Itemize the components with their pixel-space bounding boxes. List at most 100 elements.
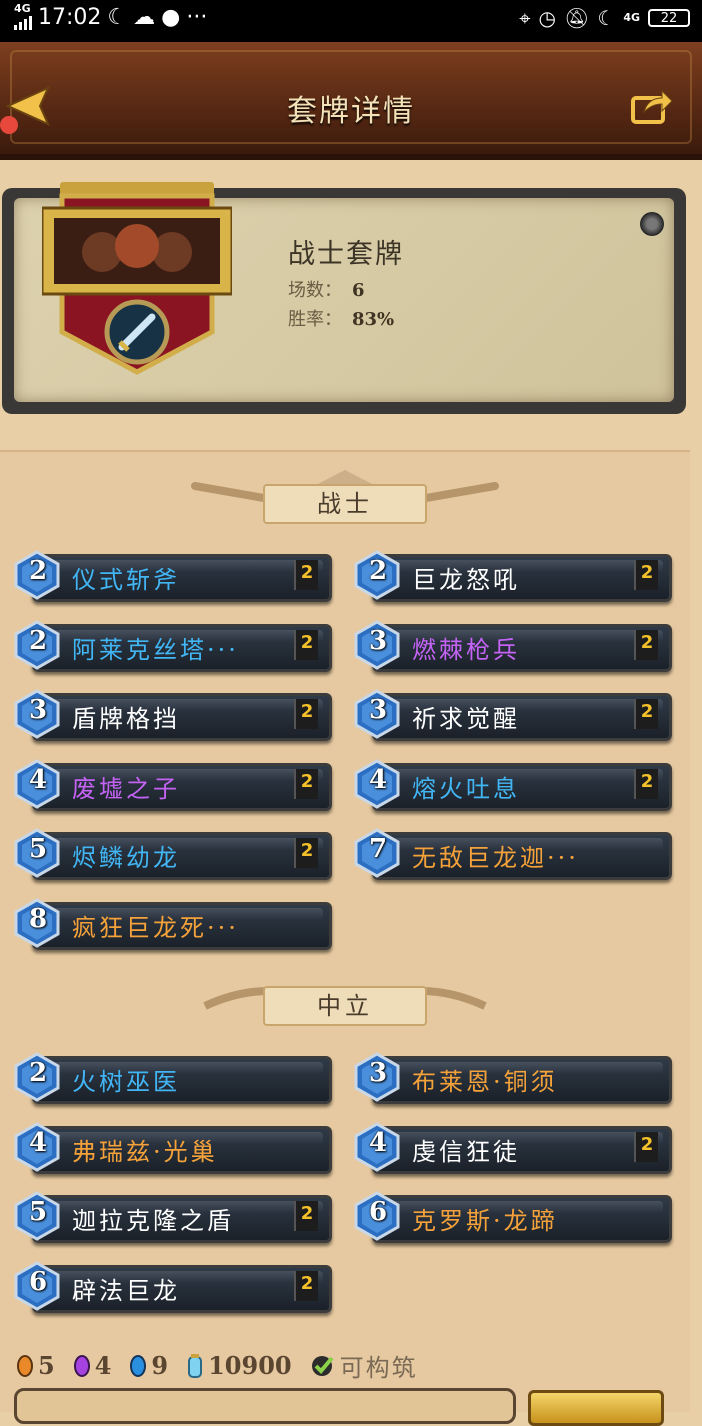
card-name: 辟法巨龙 xyxy=(72,1276,180,1305)
card-cost: 5 xyxy=(28,1197,48,1227)
card-count: 2 xyxy=(640,701,654,722)
cloud-icon: ☁ xyxy=(133,4,156,30)
card-tile[interactable]: 5 烬鳞幼龙 2 xyxy=(12,828,332,880)
battery-icon: 22 xyxy=(648,9,690,27)
card-name: 盾牌格挡 xyxy=(72,705,180,733)
games-label: 场数： xyxy=(288,280,342,301)
card-name: 阿莱克丝塔··· xyxy=(72,635,239,664)
card-count: 2 xyxy=(300,840,314,861)
card-cost: 2 xyxy=(368,556,388,586)
card-name: 虔信狂徒 xyxy=(412,1137,520,1166)
card-tile[interactable]: 4 虔信狂徒 2 xyxy=(352,1121,672,1174)
card-count: 2 xyxy=(300,701,314,722)
moon-icon: ☾ xyxy=(107,4,128,30)
section-header-neutral: 中立 xyxy=(0,970,690,1040)
card-count: 2 xyxy=(300,1203,314,1224)
card-count: 2 xyxy=(300,631,314,653)
winrate-value: 83% xyxy=(352,309,395,330)
card-cost: 4 xyxy=(28,764,48,795)
bottom-action-button[interactable] xyxy=(528,1390,664,1426)
epic-gem-icon xyxy=(73,1354,90,1377)
dust-cost: 10900 xyxy=(186,1351,292,1380)
signal-icon xyxy=(14,14,32,30)
card-name: 迦拉克隆之盾 xyxy=(72,1207,234,1235)
card-cost: 6 xyxy=(28,1266,48,1297)
card-tile[interactable]: 8 疯狂巨龙死··· xyxy=(12,897,332,950)
card-tile[interactable]: 4 熔火吐息 2 xyxy=(352,758,672,811)
planet-icon: ● xyxy=(161,4,181,30)
section-title-neutral: 中立 xyxy=(263,986,427,1026)
card-tile[interactable]: 2 巨龙怒吼 2 xyxy=(352,550,672,602)
card-cost: 4 xyxy=(368,764,388,795)
card-cost: 4 xyxy=(368,1127,388,1158)
mute-icon: 🔕︎ xyxy=(563,6,590,30)
games-stat: 场数： 6 xyxy=(288,276,365,302)
section-header-class: 战士 xyxy=(0,468,690,538)
rare-count: 9 xyxy=(129,1351,168,1380)
card-tile[interactable]: 2 仪式斩斧 2 xyxy=(12,550,332,602)
notification-dot xyxy=(0,116,18,134)
card-cost: 2 xyxy=(28,556,48,586)
legendary-count: 5 xyxy=(16,1351,55,1380)
card-tile[interactable]: 2 火树巫医 xyxy=(12,1052,332,1104)
card-cost: 3 xyxy=(28,695,48,725)
check-icon xyxy=(311,1355,334,1376)
card-name: 烬鳞幼龙 xyxy=(72,844,180,872)
card-count: 2 xyxy=(640,631,654,653)
card-cost: 2 xyxy=(28,625,48,656)
winrate-label: 胜率： xyxy=(288,309,342,330)
card-count: 2 xyxy=(640,770,654,792)
card-tile[interactable]: 3 盾牌格挡 2 xyxy=(12,689,332,741)
status-time: 17:02 xyxy=(38,4,102,30)
card-name: 祈求觉醒 xyxy=(412,705,520,733)
share-icon[interactable] xyxy=(630,86,674,126)
location-icon: ⌖ xyxy=(519,6,531,30)
card-cost: 3 xyxy=(368,1058,388,1088)
card-cost: 6 xyxy=(368,1197,388,1227)
rare-gem-icon xyxy=(130,1354,147,1377)
card-name: 燃棘枪兵 xyxy=(412,635,520,664)
card-name: 巨龙怒吼 xyxy=(412,566,520,594)
more-icon: ··· xyxy=(186,4,208,30)
card-count: 2 xyxy=(640,562,654,583)
card-count: 2 xyxy=(300,1272,314,1294)
card-tile[interactable]: 7 无敌巨龙迦··· xyxy=(352,828,672,880)
network-type: 4G xyxy=(14,2,31,15)
card-count: 2 xyxy=(300,562,314,583)
bottom-input-bar[interactable] xyxy=(14,1388,516,1424)
craftable-status: 可构筑 xyxy=(310,1348,418,1383)
legendary-gem-icon xyxy=(17,1354,33,1377)
card-count: 2 xyxy=(300,770,314,792)
card-tile[interactable]: 4 废墟之子 2 xyxy=(12,758,332,811)
card-tile[interactable]: 2 阿莱克丝塔··· 2 xyxy=(12,619,332,672)
dnd-moon-icon: ☾ xyxy=(597,6,616,30)
rivet-icon xyxy=(640,212,664,236)
card-name: 布莱恩·铜须 xyxy=(412,1068,558,1096)
card-tile[interactable]: 3 燃棘枪兵 2 xyxy=(352,619,672,672)
card-name: 无敌巨龙迦··· xyxy=(412,844,579,872)
card-name: 火树巫医 xyxy=(72,1068,180,1096)
card-name: 疯狂巨龙死··· xyxy=(72,913,239,942)
card-tile[interactable]: 3 祈求觉醒 2 xyxy=(352,689,672,741)
card-count: 2 xyxy=(640,1133,654,1155)
card-tile[interactable]: 4 弗瑞兹·光巢 xyxy=(12,1121,332,1174)
card-cost: 8 xyxy=(28,903,48,934)
page-title: 套牌详情 xyxy=(287,94,415,129)
hero-portrait-banner xyxy=(42,182,232,375)
card-cost: 5 xyxy=(28,834,48,864)
games-value: 6 xyxy=(352,280,365,301)
card-tile[interactable]: 5 迦拉克隆之盾 2 xyxy=(12,1191,332,1243)
card-tile[interactable]: 6 克罗斯·龙蹄 xyxy=(352,1191,672,1243)
card-name: 仪式斩斧 xyxy=(72,566,180,594)
card-cost: 4 xyxy=(28,1127,48,1158)
card-name: 克罗斯·龙蹄 xyxy=(412,1207,558,1235)
winrate-stat: 胜率： 83% xyxy=(288,305,394,331)
card-tile[interactable]: 6 辟法巨龙 2 xyxy=(12,1260,332,1313)
arcane-dust-icon xyxy=(188,1353,203,1378)
card-cost: 7 xyxy=(368,834,388,864)
network-type-right: 4G xyxy=(623,11,640,24)
card-tile[interactable]: 3 布莱恩·铜须 xyxy=(352,1052,672,1104)
card-cost: 3 xyxy=(368,695,388,725)
card-cost: 2 xyxy=(28,1058,48,1088)
top-bar: 套牌详情 xyxy=(0,42,702,160)
